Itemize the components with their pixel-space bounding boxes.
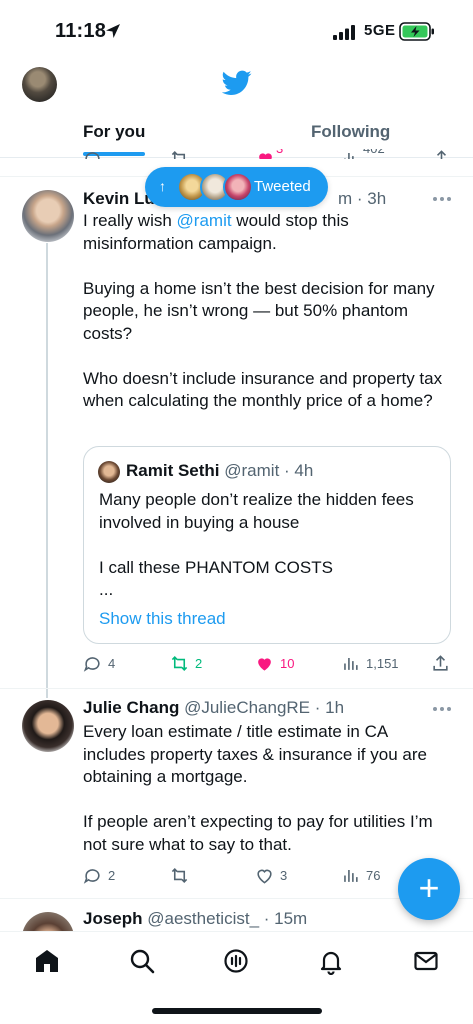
mention-link[interactable]: @ramit xyxy=(177,211,232,230)
quoted-tweet-text: Many people don’t realize the hidden fee… xyxy=(99,490,414,599)
status-time: 11:18 xyxy=(55,20,107,42)
tweet-timestamp: 15m xyxy=(274,909,308,928)
avatar xyxy=(223,172,253,202)
author-name[interactable]: Joseph xyxy=(83,909,143,928)
tweet-text-part: would stop this misinformation campaign.… xyxy=(83,211,443,410)
battery-charging-icon xyxy=(399,22,434,41)
avatar xyxy=(98,461,120,483)
avatar[interactable] xyxy=(22,700,74,752)
signal-bars-icon xyxy=(333,25,355,40)
views-icon[interactable] xyxy=(341,149,360,159)
reply-icon xyxy=(83,656,100,672)
tweet-header: Julie Chang @JulieChangRE · 1h xyxy=(83,698,345,717)
bell-icon[interactable] xyxy=(317,947,345,975)
home-icon[interactable] xyxy=(33,947,61,975)
views-icon xyxy=(344,657,358,670)
tweet-actions: 4 2 10 1,151 xyxy=(83,652,453,674)
retweet-icon[interactable] xyxy=(170,149,189,159)
heart-icon[interactable] xyxy=(256,149,275,159)
timestamp-value: 3h xyxy=(367,189,387,208)
twitter-bird-icon[interactable] xyxy=(222,70,252,96)
reply-icon[interactable] xyxy=(83,149,102,159)
status-bar: 11:18 5GE xyxy=(0,0,473,60)
tweet-timestamp: m · 3h xyxy=(338,189,387,208)
quoted-author-name: Ramit Sethi xyxy=(126,461,220,480)
like-button[interactable]: 3 xyxy=(255,864,287,886)
arrow-up-icon: ↑ xyxy=(159,178,166,194)
heart-icon xyxy=(257,869,272,884)
view-count: 76 xyxy=(366,867,381,883)
more-icon[interactable] xyxy=(433,707,453,713)
quoted-tweet-card[interactable]: Ramit Sethi @ramit · 4h Many people don’… xyxy=(83,446,451,644)
tweet-text-part: I really wish xyxy=(83,211,177,230)
reply-button[interactable]: 4 xyxy=(83,652,115,674)
network-label: 5GE xyxy=(364,22,396,39)
quoted-author-handle: @ramit xyxy=(224,461,280,480)
avatar[interactable] xyxy=(22,190,74,242)
view-count: 1,151 xyxy=(366,655,399,671)
like-button[interactable]: 10 xyxy=(255,652,294,674)
like-count: 3 xyxy=(280,867,288,883)
tweet-text: I really wish @ramit would stop this mis… xyxy=(83,210,453,413)
retweet-count: 2 xyxy=(195,655,203,671)
timestamp-fragment: m xyxy=(338,189,353,208)
reply-count: 2 xyxy=(108,867,116,883)
author-name[interactable]: Julie Chang xyxy=(83,698,179,717)
tweet-header: Kevin Lu xyxy=(83,189,155,209)
retweet-button[interactable]: 2 xyxy=(170,652,202,674)
author-handle[interactable]: @JulieChangRE xyxy=(184,698,310,717)
tweet-divider xyxy=(0,688,473,689)
tweet-timestamp: 1h xyxy=(325,698,345,717)
reply-count: 4 xyxy=(108,655,116,671)
views-button[interactable]: 76 xyxy=(341,864,380,886)
new-tweets-label: Tweeted xyxy=(254,178,311,195)
tweet-text: Every loan estimate / title estimate in … xyxy=(83,722,433,854)
search-icon[interactable] xyxy=(128,947,156,975)
show-thread-link[interactable]: Show this thread xyxy=(99,609,226,629)
heart-icon xyxy=(258,657,271,671)
home-indicator[interactable] xyxy=(152,1008,322,1014)
retweet-icon xyxy=(171,655,188,671)
views-button[interactable]: 1,151 xyxy=(341,652,399,674)
author-handle[interactable]: @aestheticist_ xyxy=(147,909,259,928)
share-button[interactable] xyxy=(431,652,450,674)
views-icon xyxy=(344,869,358,882)
retweet-icon xyxy=(171,867,188,883)
share-icon xyxy=(433,654,448,671)
new-tweets-pill[interactable]: ↑ Tweeted xyxy=(145,167,328,207)
peek-view-count: 402 xyxy=(363,149,385,156)
spaces-icon[interactable] xyxy=(222,947,250,975)
previous-tweet-actions: 3 402 xyxy=(0,149,473,159)
mail-icon[interactable] xyxy=(412,947,440,975)
location-arrow-icon xyxy=(106,24,120,38)
author-name[interactable]: Kevin Lu xyxy=(83,189,155,208)
share-icon[interactable] xyxy=(432,149,451,159)
peek-like-count: 3 xyxy=(276,149,283,156)
reply-button[interactable]: 2 xyxy=(83,864,115,886)
quoted-tweet-header: Ramit Sethi @ramit · 4h xyxy=(126,461,314,480)
tab-for-you[interactable]: For you xyxy=(83,122,145,142)
reply-icon xyxy=(83,868,100,884)
more-icon[interactable] xyxy=(433,197,453,203)
retweet-button[interactable] xyxy=(170,864,195,886)
profile-avatar[interactable] xyxy=(22,67,57,102)
compose-tweet-button[interactable]: + xyxy=(398,858,460,920)
tab-following[interactable]: Following xyxy=(311,122,390,142)
tweet-header: Joseph @aestheticist_ · 15m xyxy=(83,909,308,928)
like-count: 10 xyxy=(280,655,295,671)
quoted-timestamp: 4h xyxy=(294,461,314,480)
thread-connector-line xyxy=(46,243,48,698)
